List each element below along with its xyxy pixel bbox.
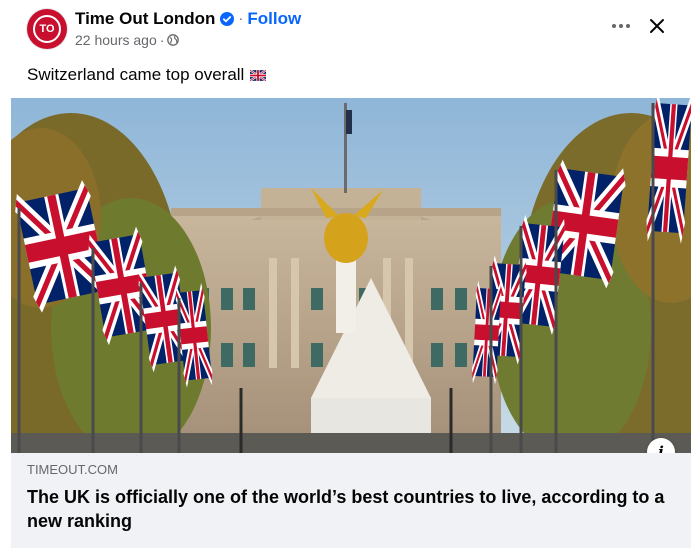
verified-badge-icon [220, 12, 235, 26]
post-header: TO Time Out London · Follow 22 hours ago… [27, 8, 301, 49]
link-headline[interactable]: The UK is officially one of the world’s … [27, 485, 677, 533]
link-preview-text[interactable]: TIMEOUT.COM The UK is officially one of … [11, 453, 691, 548]
caption-text: Switzerland came top overall [27, 65, 245, 84]
feed-post: TO Time Out London · Follow 22 hours ago… [0, 0, 691, 548]
close-button[interactable] [641, 10, 673, 42]
link-preview-image[interactable] [11, 98, 691, 453]
close-icon [650, 19, 664, 33]
more-options-dot [619, 24, 623, 28]
page-avatar[interactable]: TO [27, 8, 67, 49]
follow-button[interactable]: Follow [247, 8, 301, 30]
more-options-button[interactable] [605, 10, 637, 42]
globe-icon[interactable] [167, 34, 180, 46]
link-domain: TIMEOUT.COM [27, 462, 118, 477]
buckingham-palace-photo [11, 98, 691, 453]
name-separator: · [238, 10, 244, 27]
avatar-logo: TO [33, 14, 61, 43]
post-meta: Time Out London · Follow 22 hours ago · [75, 8, 301, 49]
link-preview[interactable]: i TIMEOUT.COM The UK is officially one o… [11, 98, 691, 548]
more-options-dot [626, 24, 630, 28]
post-timestamp[interactable]: 22 hours ago [75, 31, 157, 49]
name-row: Time Out London · Follow [75, 8, 301, 30]
more-options-icon [612, 24, 616, 28]
page-name-link[interactable]: Time Out London [75, 8, 215, 30]
uk-flag-emoji-icon [250, 69, 267, 81]
time-row: 22 hours ago · [75, 31, 301, 49]
post-caption: Switzerland came top overall [27, 64, 267, 86]
time-separator: · [159, 32, 165, 48]
